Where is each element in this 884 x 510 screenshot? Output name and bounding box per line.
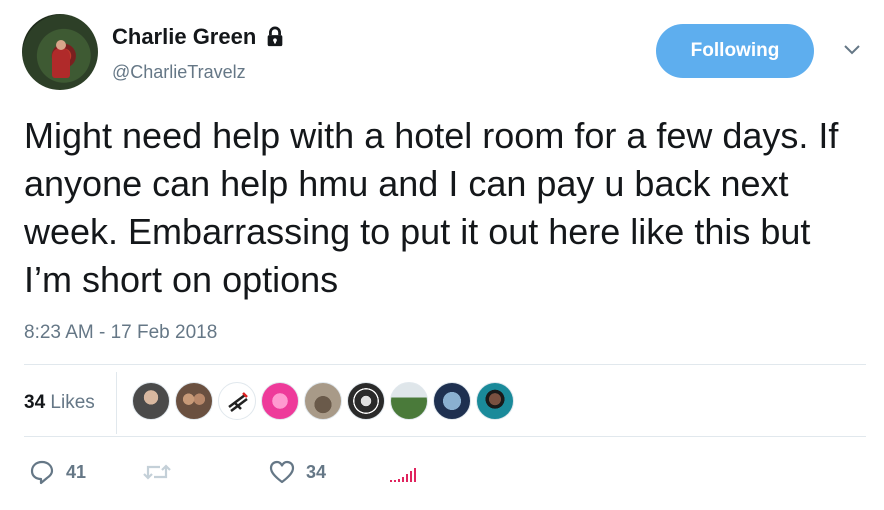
reply-count: 41 bbox=[66, 461, 87, 482]
liker-avatar[interactable] bbox=[390, 382, 428, 420]
tweet-actions: 41 34 bbox=[24, 458, 864, 490]
reply-button[interactable]: 41 bbox=[28, 458, 86, 486]
liker-avatar[interactable] bbox=[347, 382, 385, 420]
retweet-button[interactable] bbox=[142, 458, 182, 486]
chevron-down-icon[interactable] bbox=[842, 40, 862, 60]
likers-avatars bbox=[132, 382, 519, 420]
tweet-timestamp[interactable]: 8:23 AM - 17 Feb 2018 bbox=[24, 322, 217, 344]
stats-separator bbox=[116, 372, 117, 434]
tweet-text: Might need help with a hotel room for a … bbox=[24, 115, 839, 300]
liker-avatar[interactable] bbox=[433, 382, 471, 420]
like-count: 34 bbox=[306, 461, 327, 482]
tweet-header: Charlie Green @CharlieTravelz Following bbox=[22, 14, 872, 94]
lock-icon bbox=[267, 26, 283, 47]
heart-icon bbox=[269, 460, 295, 484]
like-button[interactable]: 34 bbox=[268, 458, 326, 486]
liker-logo-icon bbox=[228, 392, 248, 412]
following-button[interactable]: Following bbox=[656, 24, 814, 78]
name-row: Charlie Green bbox=[112, 24, 286, 50]
liker-avatar[interactable] bbox=[476, 382, 514, 420]
analytics-icon bbox=[390, 468, 416, 482]
avatar-figure bbox=[52, 48, 70, 78]
likes-stat[interactable]: 34 Likes bbox=[24, 392, 95, 414]
liker-avatar[interactable] bbox=[175, 382, 213, 420]
avatar-figure-head bbox=[56, 40, 66, 50]
divider-bottom bbox=[24, 436, 866, 437]
likes-label: Likes bbox=[50, 392, 95, 413]
liker-avatar[interactable] bbox=[304, 382, 342, 420]
avatar[interactable] bbox=[22, 14, 98, 90]
likes-count: 34 bbox=[24, 392, 46, 413]
user-handle[interactable]: @CharlieTravelz bbox=[112, 62, 246, 83]
display-name[interactable]: Charlie Green bbox=[112, 24, 256, 50]
reply-icon bbox=[30, 460, 54, 485]
liker-avatar[interactable] bbox=[218, 382, 256, 420]
liker-avatar[interactable] bbox=[132, 382, 170, 420]
liker-avatar[interactable] bbox=[261, 382, 299, 420]
divider-top bbox=[24, 364, 866, 365]
analytics-button[interactable] bbox=[388, 464, 420, 484]
retweet-icon bbox=[143, 464, 171, 480]
